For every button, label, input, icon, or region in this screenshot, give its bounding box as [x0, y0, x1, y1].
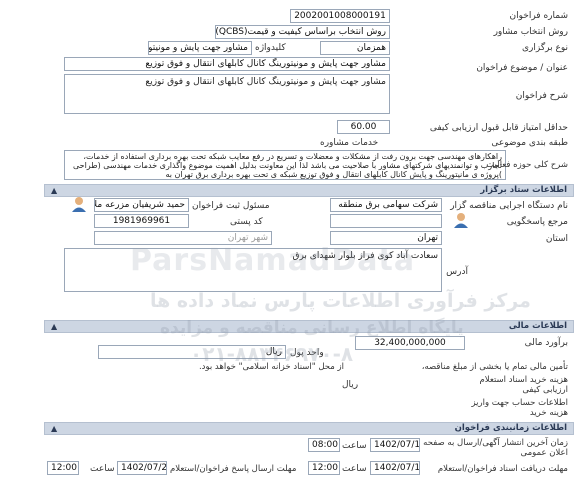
registrar-field: حمید شریفیان مزرعه ملا — [94, 198, 189, 212]
watermark-line2: پایگاه اطلاع رسانی مناقصه و مزایده — [160, 318, 464, 338]
publish-time-label: ساعت — [342, 441, 367, 451]
type-field: همزمان — [320, 41, 390, 55]
receive-date-field: 1402/07/13 — [370, 461, 420, 475]
scope-area: راهکارهای مهندسی جهت برون رفت از مشکلات … — [64, 150, 506, 180]
scope-label: شرح کلی حوزه فعالیت — [486, 160, 568, 170]
category-value: خدمات مشاوره — [320, 138, 379, 148]
address-label: آدرس — [446, 267, 468, 277]
publish-date-field: 1402/07/10 — [370, 438, 420, 452]
submit-label: مهلت ارسال پاسخ فراخوان/استعلام — [170, 464, 297, 474]
postal-field: 1981969961 — [94, 214, 189, 228]
financial-section-title: اطلاعات مالی — [508, 321, 567, 331]
receive-label: مهلت دریافت اسناد فراخوان/استعلام — [437, 464, 568, 474]
organizer-section-title: اطلاعات ستاد برگزار — [480, 185, 567, 195]
keyword-label: کلیدواژه — [255, 43, 286, 53]
description-label: شرح فراخوان — [515, 91, 568, 101]
doc-price-unit: ریال — [342, 380, 359, 390]
watermark-phone: ۰۲۱-۸۸۳۴۶۹۷۰-۸ — [190, 342, 354, 366]
user-icon[interactable] — [70, 195, 88, 213]
province-label: استان — [545, 234, 568, 244]
type-label: نوع برگزاری — [522, 43, 568, 53]
collapse-arrow-icon[interactable]: ▲ — [51, 185, 57, 196]
estimate-field: 32,400,000,000 — [355, 336, 465, 350]
timing-section-header[interactable]: اطلاعات زمانبندی فراخوان ▲ — [44, 422, 574, 435]
min-score-field: 60.00 — [337, 120, 390, 134]
respondent-label: مرجع پاسخگویی — [506, 217, 568, 227]
description-area: مشاور جهت پایش و مونیتورینگ کانال کابلها… — [64, 74, 390, 114]
tender-number-field: 2002001008000191 — [290, 9, 390, 23]
receive-time-field: 12:00 — [308, 461, 340, 475]
estimate-label: برآورد مالی — [524, 338, 568, 348]
submit-time-field: 12:00 — [47, 461, 79, 475]
agency-label: نام دستگاه اجرایی مناقصه گزار — [450, 201, 568, 211]
min-score-label: حداقل امتیاز قابل قبول ارزیابی کیفی — [429, 123, 568, 133]
keyword-field: مشاور جهت پایش و مونیتور — [148, 41, 252, 55]
receive-time-label: ساعت — [342, 464, 367, 474]
title-label: عنوان / موضوع فراخوان — [476, 63, 568, 73]
account-label: اطلاعات حساب جهت واریز هزینه خرید — [471, 398, 568, 418]
registrar-label: مسئول ثبت فراخوان — [192, 201, 270, 211]
collapse-arrow-icon[interactable]: ▲ — [51, 423, 57, 434]
postal-label: کد پستی — [230, 217, 263, 227]
method-field: روش انتخاب براساس کیفیت و قیمت(QCBS) — [215, 25, 390, 39]
agency-field: شرکت سهامی برق منطقه — [330, 198, 442, 212]
user-icon[interactable] — [452, 211, 470, 229]
publish-label: زمان آخرین انتشار آگهی/ارسال به صفحه اعل… — [423, 438, 568, 458]
guarantee-prefix: تأمین مالی تمام یا بخشی از مبلغ مناقصه، — [421, 362, 568, 372]
collapse-arrow-icon[interactable]: ▲ — [51, 321, 57, 332]
watermark-site: ParsNamadData — [130, 243, 416, 278]
submit-time-label: ساعت — [90, 464, 115, 474]
publish-time-field: 08:00 — [308, 438, 340, 452]
doc-price-label: هزینه خرید اسناد استعلام ارزیابی کیفی — [479, 375, 568, 395]
organizer-section-header[interactable]: اطلاعات ستاد برگزار ▲ — [44, 184, 574, 197]
category-label: طبقه بندی موضوعی — [491, 138, 568, 148]
title-field: مشاور جهت پایش و مونیتورینگ کانال کابلها… — [64, 57, 390, 71]
tender-number-label: شماره فراخوان — [509, 11, 569, 21]
timing-section-title: اطلاعات زمانبندی فراخوان — [454, 423, 567, 433]
method-label: روش انتخاب مشاور — [493, 27, 568, 37]
submit-date-field: 1402/07/20 — [117, 461, 167, 475]
respondent-field — [330, 214, 442, 228]
watermark-line1: مرکز فرآوری اطلاعات پارس نماد داده ها — [150, 290, 531, 312]
